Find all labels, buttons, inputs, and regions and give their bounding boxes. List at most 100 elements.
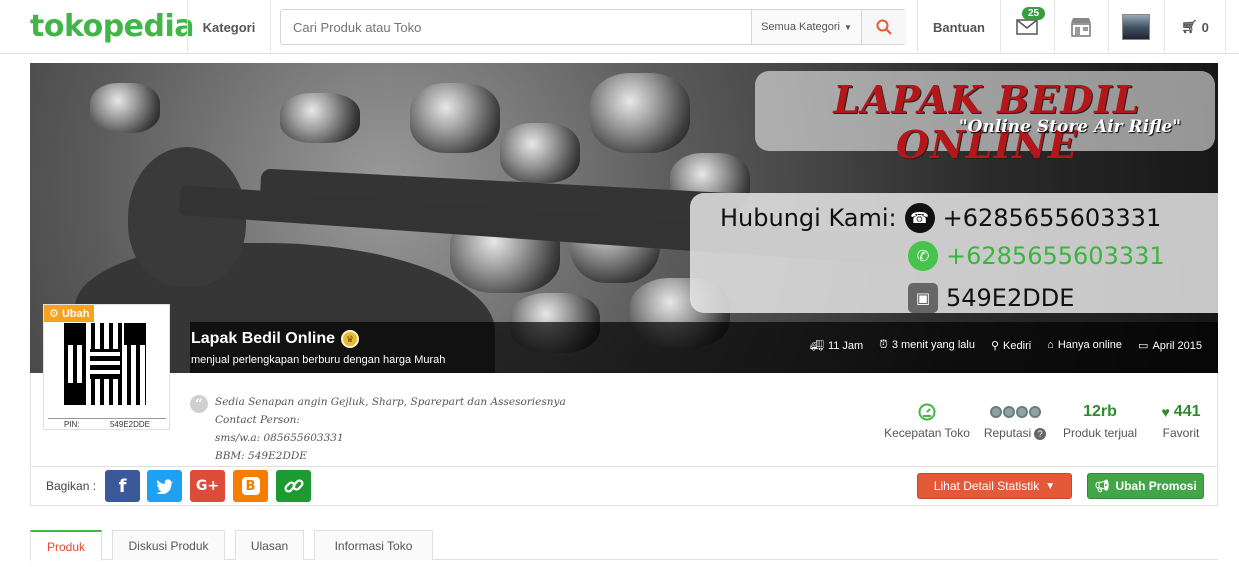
tab-diskusi-produk[interactable]: Diskusi Produk xyxy=(112,530,225,560)
contact-label: Hubungi Kami: xyxy=(720,204,897,232)
view-statistics-button[interactable]: Lihat Detail Statistik ▼ xyxy=(917,473,1072,499)
contact-bbm: 549E2DDE xyxy=(946,284,1075,312)
gear-icon: ⚙ xyxy=(49,308,59,320)
gold-merchant-badge-icon: ♛ xyxy=(341,330,360,348)
shop-since: ▭ April 2015 xyxy=(1138,340,1202,352)
search-category-label: Semua Kategori xyxy=(761,21,840,33)
help-icon[interactable]: ? xyxy=(1034,428,1047,440)
search-input[interactable] xyxy=(281,10,751,44)
shop-meta: 🚚︎ 11 Jam ⏰︎ 3 menit yang lalu ⚲ Kediri ⌂ Ha… xyxy=(810,339,1202,352)
contact-phone-line: Hubungi Kami: ☎ +6285655603331 xyxy=(720,203,1161,233)
sold-stat: 12rb Produk terjual xyxy=(1058,402,1142,440)
bullhorn-icon: 📢︎ xyxy=(1094,479,1110,493)
search-button[interactable] xyxy=(861,10,906,44)
edit-promotion-button[interactable]: 📢︎ Ubah Promosi xyxy=(1087,473,1204,499)
pellet-image xyxy=(500,123,580,183)
link-icon xyxy=(283,479,304,493)
cart-count: 0 xyxy=(1201,19,1209,35)
map-marker-icon: ⚲ xyxy=(990,340,1000,352)
last-online: ⏰︎ 3 menit yang lalu xyxy=(879,339,975,351)
reputation-medals xyxy=(980,402,1050,422)
quote-icon: “ xyxy=(190,395,208,413)
speed-label: Kecepatan Toko xyxy=(884,426,970,440)
pellet-image xyxy=(410,83,500,153)
share-google-plus-button[interactable]: G+ xyxy=(190,470,225,502)
facebook-icon: f xyxy=(118,475,127,497)
sold-label: Produk terjual xyxy=(1062,426,1138,440)
chevron-down-icon: ▼ xyxy=(1045,480,1056,492)
tab-informasi-toko[interactable]: Informasi Toko xyxy=(314,530,433,560)
tab-produk[interactable]: Produk xyxy=(30,530,102,561)
top-navigation-bar: tokopedia Kategori Semua Kategori ▼ Bant… xyxy=(0,0,1239,54)
pellet-image xyxy=(90,83,160,133)
google-plus-icon: G+ xyxy=(195,478,220,494)
contact-whatsapp-line: ✆ +6285655603331 xyxy=(908,241,1165,271)
shop-schedule: ⌂ Hanya online xyxy=(1047,339,1123,351)
blackberry-icon: ▣ xyxy=(908,283,938,313)
messages-button[interactable]: 25 xyxy=(1000,0,1054,54)
share-blogger-button[interactable]: B xyxy=(233,470,268,502)
whatsapp-icon: ✆ xyxy=(908,241,938,271)
inbox-icon: ▭ xyxy=(1138,340,1149,352)
edit-avatar-button[interactable]: ⚙ Ubah xyxy=(44,305,95,322)
qr-code xyxy=(64,323,146,405)
copy-link-button[interactable] xyxy=(276,470,311,502)
description-line: sms/w.a: 085655603331 xyxy=(215,432,344,444)
shop-tagline: menjual perlengkapan berburu dengan harg… xyxy=(191,354,446,366)
truck-icon: 🚚︎ xyxy=(809,340,824,352)
bantuan-link[interactable]: Bantuan xyxy=(918,0,1000,54)
shop-name-row: Lapak Bedil Online ♛ xyxy=(191,330,360,348)
shop-location: ⚲ Kediri xyxy=(990,340,1032,352)
reputation-label: Reputasi xyxy=(983,426,1032,440)
medal-icon xyxy=(1015,406,1028,418)
twitter-icon xyxy=(155,478,173,494)
medal-icon xyxy=(1002,406,1015,418)
shop-name: Lapak Bedil Online xyxy=(191,330,336,347)
search-bar: Semua Kategori ▼ xyxy=(280,9,906,45)
favorite-stat[interactable]: ♥ 441 Favorit xyxy=(1150,402,1212,440)
phone-icon: ☎ xyxy=(904,203,935,233)
shop-avatar-card: ⚙ Ubah PIN: 549E2DDE xyxy=(43,304,170,430)
share-twitter-button[interactable] xyxy=(147,470,182,502)
blogger-icon: B xyxy=(241,477,260,495)
reputation-stat[interactable]: Reputasi? xyxy=(980,402,1050,440)
profile-button[interactable] xyxy=(1108,0,1164,54)
cart-button[interactable]: 🛒︎ 0 xyxy=(1165,0,1225,54)
description-line: Sedia Senapan angin Gejluk, Sharp, Spare… xyxy=(215,396,566,408)
edit-promotion-label: Ubah Promosi xyxy=(1115,479,1197,493)
medal-icon xyxy=(1028,406,1041,418)
search-category-dropdown[interactable]: Semua Kategori ▼ xyxy=(751,10,861,44)
envelope-icon xyxy=(1016,19,1038,35)
message-count-badge: 25 xyxy=(1022,7,1046,20)
cart-icon: 🛒︎ xyxy=(1181,19,1198,34)
bbm-pin: PIN: 549E2DDE xyxy=(48,418,166,429)
kategori-menu-button[interactable]: Kategori xyxy=(188,0,270,54)
tab-ulasan[interactable]: Ulasan xyxy=(235,530,304,560)
divider xyxy=(1225,0,1226,54)
search-icon xyxy=(876,19,892,35)
pin-label: PIN: xyxy=(64,420,80,429)
response-time: 🚚︎ 11 Jam xyxy=(809,340,864,352)
pellet-image xyxy=(590,73,690,153)
description-line: BBM: 549E2DDE xyxy=(215,450,307,462)
banner-brand-subtitle: "Online Store Air Rifle" xyxy=(958,117,1182,137)
share-facebook-button[interactable]: f xyxy=(105,470,140,502)
share-label: Bagikan : xyxy=(46,479,97,493)
avatar xyxy=(1122,14,1150,40)
heart-icon: ♥ xyxy=(1161,404,1170,420)
tokopedia-logo[interactable]: tokopedia xyxy=(30,9,195,44)
description-line: Contact Person: xyxy=(215,414,300,426)
speed-stat[interactable]: Kecepatan Toko xyxy=(880,402,974,440)
pin-value: 549E2DDE xyxy=(109,420,150,429)
shop-description: Sedia Senapan angin Gejluk, Sharp, Spare… xyxy=(215,393,566,465)
my-shop-button[interactable] xyxy=(1054,0,1108,54)
caret-down-icon: ▼ xyxy=(843,22,852,32)
store-icon xyxy=(1071,18,1091,37)
contact-bbm-line: ▣ 549E2DDE xyxy=(908,283,1074,313)
favorite-label: Favorit xyxy=(1162,426,1200,440)
home-icon: ⌂ xyxy=(1047,339,1054,351)
medal-icon xyxy=(989,406,1002,418)
speedometer-icon xyxy=(918,403,936,421)
clock-icon: ⏰︎ xyxy=(879,339,888,351)
divider xyxy=(270,0,271,54)
